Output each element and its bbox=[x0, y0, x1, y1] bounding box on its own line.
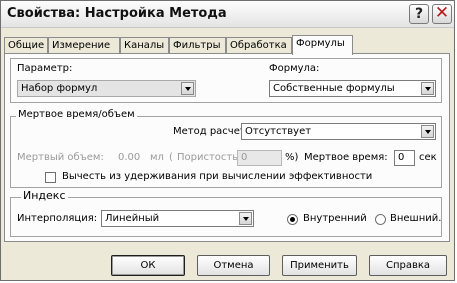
index-group-title: Индекс bbox=[21, 189, 68, 202]
help-button[interactable]: Справка bbox=[369, 255, 447, 276]
dead-time-input[interactable]: 0 bbox=[394, 150, 415, 166]
internal-label[interactable]: Внутренний bbox=[303, 213, 367, 224]
porosity-value: 0 bbox=[241, 152, 248, 163]
formulas-panel: Параметр: Набор формул Формула: Собствен… bbox=[4, 53, 450, 242]
formula-select[interactable]: Собственные формулы bbox=[269, 80, 436, 97]
close-button[interactable]: ✕ bbox=[432, 4, 452, 24]
ok-button[interactable]: ОК bbox=[111, 255, 185, 276]
dead-volume-label: Мертвый объем: bbox=[17, 152, 104, 163]
interpolation-value: Линейный bbox=[105, 213, 160, 224]
porosity-close-paren: %) bbox=[285, 152, 299, 163]
external-radio[interactable] bbox=[375, 214, 386, 225]
tab-label: Общие bbox=[8, 40, 45, 51]
properties-dialog: Свойства: Настройка Метода ? ✕ Общие Изм… bbox=[0, 0, 455, 281]
tab-filters[interactable]: Фильтры bbox=[169, 37, 226, 54]
dead-time-value: 0 bbox=[398, 152, 405, 163]
calc-method-select[interactable]: Отсутствует bbox=[241, 123, 436, 140]
chevron-down-icon[interactable] bbox=[421, 125, 434, 138]
tab-label: Измерение bbox=[52, 40, 111, 51]
tab-label: Формулы bbox=[296, 38, 345, 49]
tab-processing[interactable]: Обработка bbox=[226, 37, 292, 54]
apply-button[interactable]: Применить bbox=[282, 255, 357, 276]
interpolation-label: Интерполяция: bbox=[17, 213, 98, 224]
subtract-label[interactable]: Вычесть из удерживания при вычислении эф… bbox=[62, 171, 372, 182]
tab-label: Обработка bbox=[230, 40, 287, 51]
title-bar[interactable]: Свойства: Настройка Метода ? ✕ bbox=[1, 1, 454, 28]
formula-label: Формула: bbox=[269, 63, 320, 74]
question-icon: ? bbox=[414, 6, 424, 22]
tab-measurement[interactable]: Измерение bbox=[48, 37, 120, 54]
external-label[interactable]: Внешний. bbox=[390, 213, 441, 224]
tab-label: Фильтры bbox=[173, 40, 221, 51]
parameter-select[interactable]: Набор формул bbox=[17, 80, 196, 97]
cancel-button[interactable]: Отмена bbox=[197, 255, 270, 276]
chevron-down-icon[interactable] bbox=[239, 212, 252, 225]
dead-time-label: Мертвое время: bbox=[304, 152, 388, 163]
parameter-value: Набор формул bbox=[21, 83, 98, 94]
porosity-input[interactable]: 0 bbox=[237, 150, 282, 166]
chevron-down-icon[interactable] bbox=[421, 82, 434, 95]
tab-formulas[interactable]: Формулы bbox=[292, 35, 353, 55]
close-icon: ✕ bbox=[434, 3, 450, 23]
parameter-label: Параметр: bbox=[17, 63, 73, 74]
dead-volume-unit: мл bbox=[150, 152, 164, 163]
porosity-open-paren: ( bbox=[169, 152, 173, 163]
formula-value: Собственные формулы bbox=[273, 83, 395, 94]
dead-volume-value: 0.00 bbox=[118, 152, 141, 163]
dead-time-unit: сек bbox=[419, 152, 437, 163]
calc-method-value: Отсутствует bbox=[245, 126, 312, 137]
tab-label: Каналы bbox=[124, 40, 165, 51]
tab-general[interactable]: Общие bbox=[4, 37, 48, 54]
porosity-label: Пористость bbox=[177, 152, 239, 163]
window-title: Свойства: Настройка Метода bbox=[7, 6, 227, 21]
chevron-down-icon[interactable] bbox=[181, 82, 194, 95]
internal-radio[interactable] bbox=[287, 214, 298, 225]
help-title-button[interactable]: ? bbox=[409, 4, 429, 24]
dead-volume-group-title: Мертвое время/объем bbox=[16, 109, 137, 120]
tab-channels[interactable]: Каналы bbox=[120, 37, 169, 54]
subtract-checkbox[interactable] bbox=[45, 172, 56, 183]
interpolation-select[interactable]: Линейный bbox=[101, 210, 254, 227]
